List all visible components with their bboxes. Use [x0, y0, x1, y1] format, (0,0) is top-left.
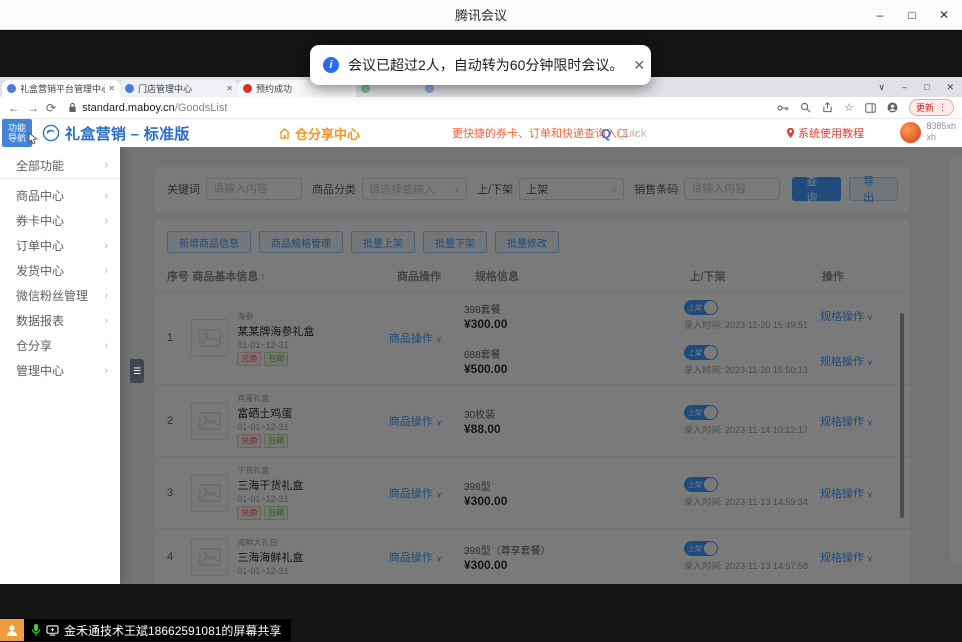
browser-window-controls: ∨ – □ ✕: [878, 77, 954, 97]
shared-browser-window: 礼盒营销平台管理中心 ✕ 门店管理中心 ✕ 预约成功 ∨ – □: [0, 77, 962, 584]
browser-maximize-button[interactable]: □: [924, 82, 929, 92]
browser-tab-store[interactable]: 门店管理中心 ✕: [120, 80, 238, 97]
chevron-right-icon: ›: [104, 240, 108, 252]
meeting-title: 腾讯会议: [455, 5, 507, 24]
tab-favicon: [243, 84, 252, 93]
drawer-mask-overlay[interactable]: [120, 147, 962, 584]
maximize-button[interactable]: □: [896, 0, 928, 30]
address-bar[interactable]: standard.maboy.cn/GoodsList: [68, 102, 770, 114]
back-icon[interactable]: ←: [8, 102, 20, 114]
user-avatar: [900, 122, 921, 143]
meeting-banner: i 会议已超过2人，自动转为60分钟限时会议。 ✕: [310, 45, 651, 85]
user-name: 8385xh: [926, 121, 956, 132]
close-button[interactable]: ✕: [928, 0, 960, 30]
brand-logo-icon: [42, 124, 60, 142]
sidebar-item-warehouse-share[interactable]: 仓分享›: [0, 333, 120, 358]
side-panel-icon[interactable]: [865, 103, 876, 113]
tab-close-icon[interactable]: ✕: [226, 84, 233, 93]
tab-search-chevron-icon[interactable]: ∨: [878, 82, 885, 93]
app-body: » 关键词 商品分类 请选择或输入 ∨ 上/下架 上架: [0, 147, 962, 584]
sidebar-item-admin-center[interactable]: 管理中心›: [0, 358, 120, 383]
tab-label: 门店管理中心: [138, 82, 223, 95]
padlock-icon: [68, 102, 77, 113]
tab-favicon: [125, 84, 134, 93]
sidebar-item-data-reports[interactable]: 数据报表›: [0, 308, 120, 333]
microphone-icon: [31, 623, 41, 637]
url-path: /GoodsList: [175, 102, 228, 114]
chevron-right-icon: ›: [104, 190, 108, 202]
sidebar-item-order-center[interactable]: 订单中心›: [0, 233, 120, 258]
app-header: 功能 导航 礼盒营销 – 标准版 仓分享中心 更快捷的券卡、订单和快递查询入口 …: [0, 119, 962, 147]
meeting-titlebar: 腾讯会议 – □ ✕: [0, 0, 962, 30]
key-icon[interactable]: [777, 104, 789, 112]
chevron-right-icon: ›: [104, 315, 108, 327]
sidebar-item-card-center[interactable]: 券卡中心›: [0, 208, 120, 233]
zoom-icon[interactable]: [800, 102, 811, 113]
mouse-cursor-icon: [28, 132, 39, 145]
share-center-link[interactable]: 仓分享中心: [278, 119, 360, 147]
brand-title: 礼盒营销 – 标准版: [65, 123, 190, 144]
update-label: 更新: [916, 101, 934, 114]
info-icon: i: [323, 57, 339, 73]
warehouse-icon: [278, 127, 291, 140]
profile-icon[interactable]: [887, 102, 898, 113]
meeting-window-controls: – □ ✕: [864, 0, 960, 30]
chevron-right-icon: ›: [104, 365, 108, 377]
pin-icon: [786, 127, 795, 139]
quick-search-box[interactable]: Q Quick: [601, 119, 647, 147]
chrome-update-button[interactable]: 更新 ⋮: [909, 99, 954, 116]
function-nav-drawer: 全部功能› 商品中心› 券卡中心› 订单中心› 发货中心› 微信粉丝管理› 数据…: [0, 147, 120, 584]
meeting-stage: i 会议已超过2人，自动转为60分钟限时会议。 ✕ 礼盒营销平台管理中心 ✕ 门…: [0, 31, 962, 642]
quick-search-placeholder: Quick: [616, 126, 647, 140]
banner-text: 会议已超过2人，自动转为60分钟限时会议。: [348, 55, 623, 75]
tutorial-link[interactable]: 系统使用教程: [786, 119, 864, 147]
share-status-body: 金禾通技术王斌18662591081的屏幕共享: [24, 619, 291, 641]
url-host: standard.maboy.cn: [82, 102, 175, 114]
user-account[interactable]: 8385xh xh: [900, 121, 956, 144]
chevron-right-icon: ›: [104, 265, 108, 277]
menu-dots-icon[interactable]: ⋮: [938, 102, 947, 113]
share-status-text: 金禾通技术王斌18662591081的屏幕共享: [64, 622, 281, 639]
user-sub: xh: [926, 132, 956, 143]
people-icon: [5, 624, 19, 636]
drawer-collapse-handle[interactable]: ☰: [130, 359, 144, 383]
chevron-right-icon: ›: [104, 215, 108, 227]
goods-list-page: » 关键词 商品分类 请选择或输入 ∨ 上/下架 上架: [120, 147, 962, 584]
browser-minimize-button[interactable]: –: [902, 82, 907, 92]
forward-icon[interactable]: →: [27, 102, 39, 114]
browser-tab-goods[interactable]: 礼盒营销平台管理中心 ✕: [2, 80, 120, 97]
browser-urlbar: ← → ⟳ standard.maboy.cn/GoodsList ☆ 更新 ⋮: [0, 97, 962, 119]
tab-favicon: [425, 84, 434, 93]
hamburger-icon: ☰: [133, 366, 141, 377]
tab-favicon: [361, 84, 370, 93]
browser-close-button[interactable]: ✕: [946, 82, 954, 93]
tab-favicon: [7, 84, 16, 93]
screen-share-status: 金禾通技术王斌18662591081的屏幕共享: [0, 619, 291, 641]
bookmark-star-icon[interactable]: ☆: [844, 101, 854, 114]
tab-label: 礼盒营销平台管理中心: [20, 82, 105, 95]
participants-button[interactable]: [0, 619, 24, 641]
tab-close-icon[interactable]: ✕: [108, 84, 115, 93]
reload-icon[interactable]: ⟳: [46, 102, 56, 114]
urlbar-actions: ☆ 更新 ⋮: [777, 99, 954, 116]
chevron-right-icon: ›: [104, 340, 108, 352]
sidebar-item-goods-center[interactable]: 商品中心›: [0, 183, 120, 208]
chevron-right-icon: ›: [104, 159, 108, 171]
screen-share-icon: [46, 625, 59, 636]
search-q-icon: Q: [601, 126, 611, 141]
sidebar-item-shipping-center[interactable]: 发货中心›: [0, 258, 120, 283]
sidebar-item-all-functions[interactable]: 全部功能›: [0, 152, 120, 179]
chevron-right-icon: ›: [104, 290, 108, 302]
sidebar-item-wechat-fans[interactable]: 微信粉丝管理›: [0, 283, 120, 308]
minimize-button[interactable]: –: [864, 0, 896, 30]
banner-close-icon[interactable]: ✕: [633, 57, 645, 74]
brand: 礼盒营销 – 标准版: [42, 119, 190, 147]
share-icon[interactable]: [822, 102, 833, 113]
